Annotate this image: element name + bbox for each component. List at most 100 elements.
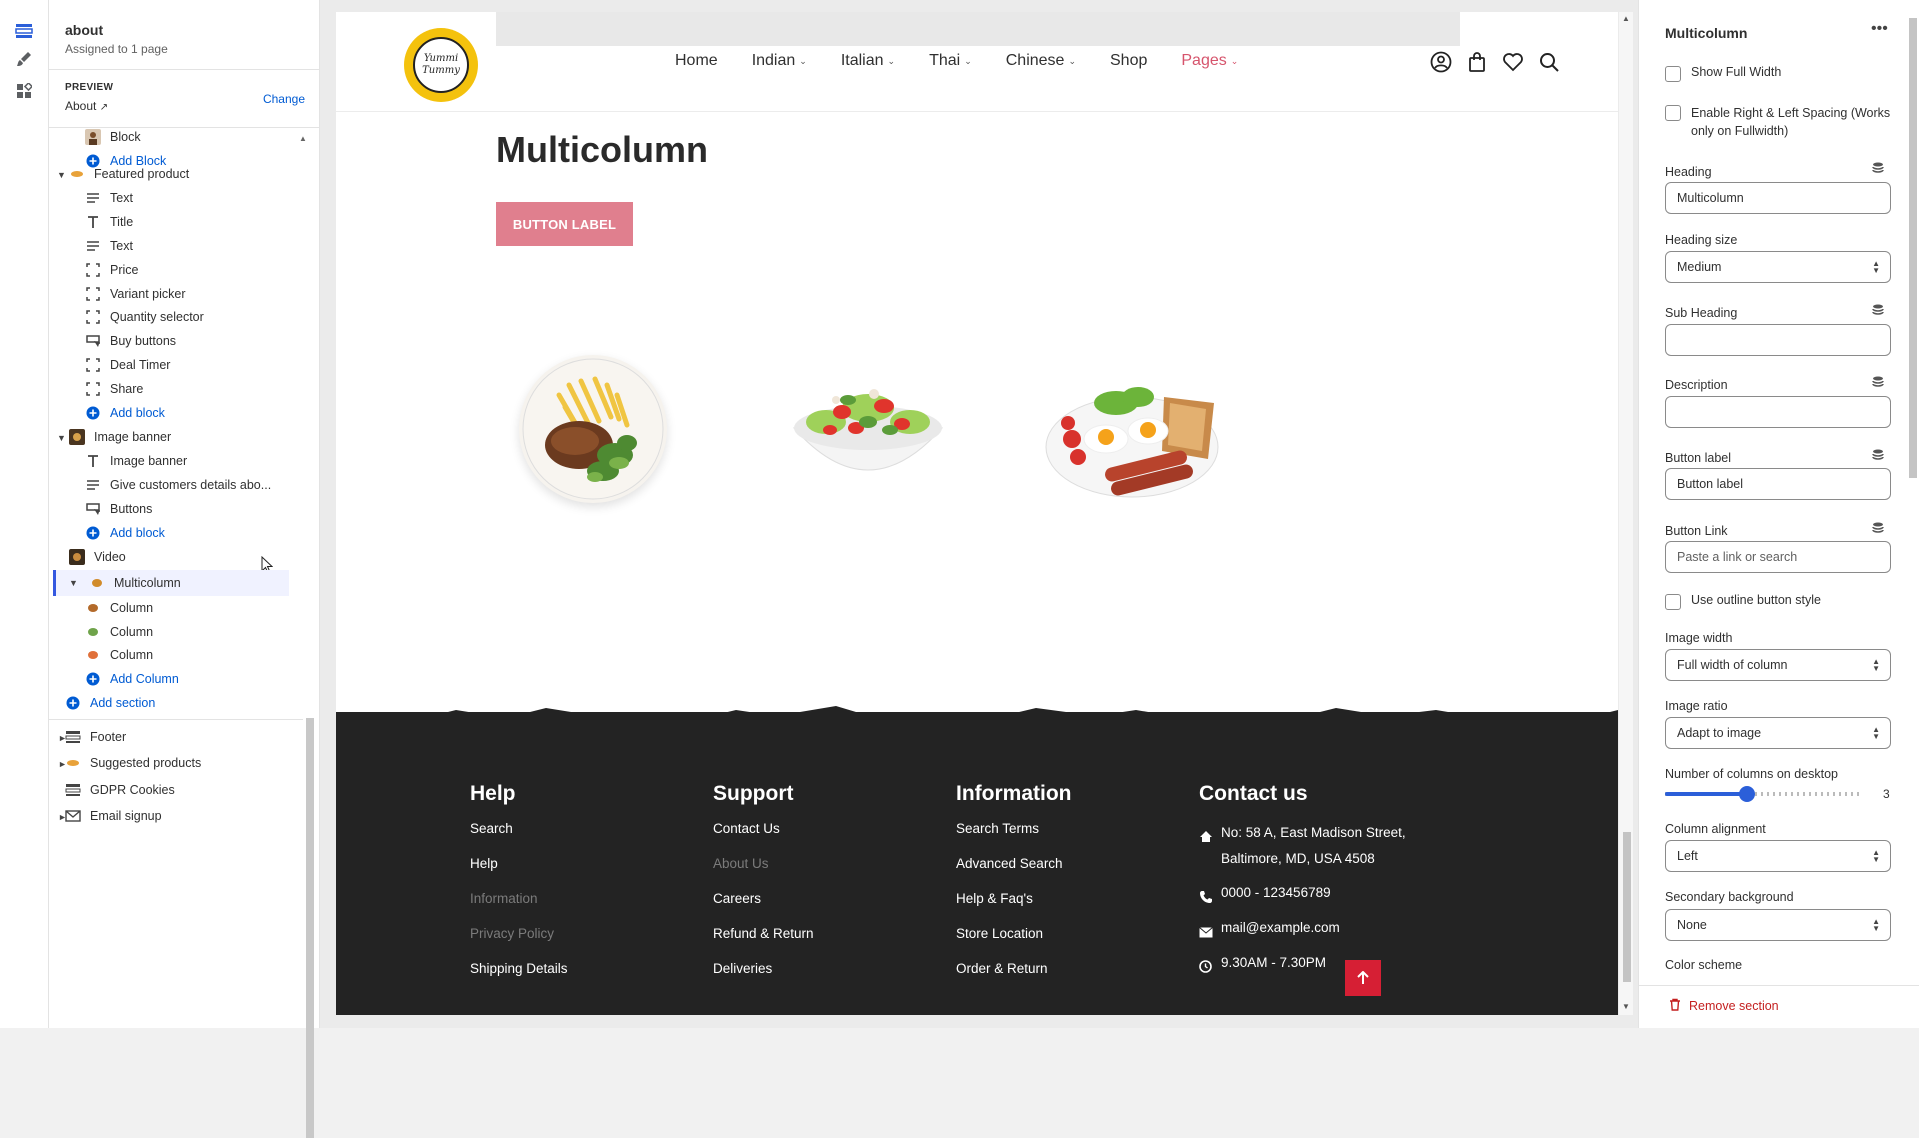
checkbox-box[interactable]	[1665, 105, 1681, 121]
collapse-caret-icon[interactable]: ▼	[69, 578, 79, 588]
tree-item-block[interactable]: Block	[85, 124, 329, 150]
footer-link[interactable]: Information	[470, 890, 568, 925]
tree-item-suggested-products[interactable]: Suggested products	[65, 750, 309, 776]
outline-button-checkbox[interactable]: Use outline button style	[1665, 593, 1821, 610]
footer-link[interactable]: Order & Return	[956, 960, 1072, 995]
description-input[interactable]	[1665, 396, 1891, 428]
contact-phone[interactable]: 0000 - 123456789	[1199, 880, 1406, 912]
tree-item-price[interactable]: Price	[85, 257, 329, 283]
apps-icon[interactable]	[12, 79, 36, 103]
theme-settings-brush-icon[interactable]	[12, 47, 36, 71]
tree-item-column[interactable]: Column	[85, 642, 329, 668]
sections-icon[interactable]	[12, 19, 36, 43]
tree-item-footer[interactable]: Footer	[65, 724, 309, 750]
checkbox-box[interactable]	[1665, 66, 1681, 82]
show-full-width-checkbox[interactable]: Show Full Width	[1665, 65, 1781, 82]
nav-home[interactable]: Home	[675, 52, 718, 70]
footer-link[interactable]: Help	[470, 855, 568, 890]
enable-spacing-checkbox[interactable]: Enable Right & Left Spacing (Works only …	[1665, 104, 1895, 140]
tree-item-label: Title	[110, 215, 134, 229]
add-block-button[interactable]: Add block	[85, 520, 329, 546]
multicolumn-button[interactable]: BUTTON LABEL	[496, 202, 633, 246]
collapse-caret-icon[interactable]: ▼	[57, 170, 67, 180]
button-label-input[interactable]: Button label	[1665, 468, 1891, 500]
button-link-input[interactable]: Paste a link or search	[1665, 541, 1891, 573]
nav-shop[interactable]: Shop	[1110, 52, 1147, 70]
alignment-select[interactable]: Left ▲ ▼	[1665, 840, 1891, 872]
tree-item-quantity-selector[interactable]: Quantity selector	[85, 304, 329, 330]
secondary-bg-select[interactable]: None ▲ ▼	[1665, 909, 1891, 941]
nav-italian[interactable]: Italian ⌄	[841, 52, 895, 70]
footer-link[interactable]: Search	[470, 820, 568, 855]
dynamic-source-icon[interactable]	[1872, 522, 1884, 534]
remove-section-button[interactable]: Remove section	[1669, 998, 1779, 1014]
tree-item-email-signup[interactable]: Email signup	[65, 803, 309, 829]
tree-item-text[interactable]: Text	[85, 185, 329, 211]
footer-link[interactable]: Careers	[713, 890, 814, 925]
settings-scrollbar[interactable]	[1907, 0, 1919, 985]
tree-item-buttons[interactable]: Buttons	[85, 496, 329, 522]
canvas-scrollbar[interactable]: ▲ ▼	[1619, 12, 1633, 1015]
scroll-up-arrow[interactable]: ▲	[1622, 14, 1630, 23]
collapse-caret-icon[interactable]: ▼	[57, 433, 67, 443]
tree-item-text[interactable]: Text	[85, 233, 329, 259]
columns-slider[interactable]	[1665, 786, 1863, 802]
tree-item-multicolumn[interactable]: ▼ Multicolumn	[53, 570, 289, 596]
nav-indian[interactable]: Indian ⌄	[752, 52, 807, 70]
sub-heading-input[interactable]	[1665, 324, 1891, 356]
footer-link[interactable]: Privacy Policy	[470, 925, 568, 960]
footer-link[interactable]: Contact Us	[713, 820, 814, 855]
tree-item-image-banner-title[interactable]: Image banner	[85, 448, 329, 474]
add-column-button[interactable]: Add Column	[85, 666, 329, 692]
tree-item-buy-buttons[interactable]: Buy buttons	[85, 328, 329, 354]
external-link-icon: ↗	[99, 102, 109, 113]
dynamic-source-icon[interactable]	[1872, 162, 1884, 174]
nav-chinese[interactable]: Chinese ⌄	[1006, 52, 1076, 70]
nav-pages[interactable]: Pages ⌄	[1181, 52, 1238, 70]
sidebar-scroll-thumb[interactable]	[306, 718, 314, 1138]
store-logo[interactable]: Yummi Tummy	[404, 28, 478, 102]
change-preview-link[interactable]: Change	[263, 92, 305, 106]
checkbox-box[interactable]	[1665, 594, 1681, 610]
heading-input[interactable]: Multicolumn	[1665, 182, 1891, 214]
tree-item-share[interactable]: Share	[85, 376, 329, 402]
dynamic-source-icon[interactable]	[1872, 449, 1884, 461]
contact-email[interactable]: mail@example.com	[1199, 915, 1406, 947]
footer-link[interactable]: Refund & Return	[713, 925, 814, 960]
footer-link[interactable]: Search Terms	[956, 820, 1072, 855]
cart-bag-icon[interactable]	[1465, 50, 1489, 74]
tree-item-deal-timer[interactable]: Deal Timer	[85, 352, 329, 378]
heading-size-select[interactable]: Medium ▲ ▼	[1665, 251, 1891, 283]
scroll-down-arrow[interactable]: ▼	[1622, 1002, 1630, 1011]
footer-link[interactable]: Help & Faq's	[956, 890, 1072, 925]
more-options-icon[interactable]: •••	[1871, 20, 1888, 38]
footer-link[interactable]: Deliveries	[713, 960, 814, 995]
add-block-button[interactable]: Add block	[85, 400, 329, 426]
tree-item-column[interactable]: Column	[85, 595, 329, 621]
tree-item-image-banner[interactable]: Image banner	[69, 424, 313, 450]
search-icon[interactable]	[1537, 50, 1561, 74]
add-section-button[interactable]: Add section	[65, 690, 309, 716]
tree-item-gdpr-cookies[interactable]: GDPR Cookies	[65, 777, 309, 803]
nav-thai[interactable]: Thai ⌄	[929, 52, 972, 70]
canvas-scroll-thumb[interactable]	[1623, 832, 1631, 982]
image-ratio-select[interactable]: Adapt to image ▲ ▼	[1665, 717, 1891, 749]
wishlist-heart-icon[interactable]	[1501, 50, 1525, 74]
image-width-select[interactable]: Full width of column ▲ ▼	[1665, 649, 1891, 681]
footer-link[interactable]: Store Location	[956, 925, 1072, 960]
tree-item-featured-product[interactable]: Featured product	[69, 161, 313, 187]
sidebar-scrollbar[interactable]	[305, 128, 314, 1138]
back-to-top-button[interactable]	[1345, 960, 1381, 996]
dynamic-source-icon[interactable]	[1872, 376, 1884, 388]
tree-item-video[interactable]: Video	[69, 544, 313, 570]
slider-knob[interactable]	[1739, 786, 1755, 802]
footer-link[interactable]: Advanced Search	[956, 855, 1072, 890]
tree-item-description[interactable]: Give customers details abo...	[85, 472, 329, 498]
chevron-down-icon: ⌄	[1068, 55, 1076, 66]
footer-link[interactable]: About Us	[713, 855, 814, 890]
tree-item-title[interactable]: Title	[85, 209, 329, 235]
footer-link[interactable]: Shipping Details	[470, 960, 568, 995]
settings-scroll-thumb[interactable]	[1909, 18, 1917, 478]
dynamic-source-icon[interactable]	[1872, 304, 1884, 316]
account-icon[interactable]	[1429, 50, 1453, 74]
